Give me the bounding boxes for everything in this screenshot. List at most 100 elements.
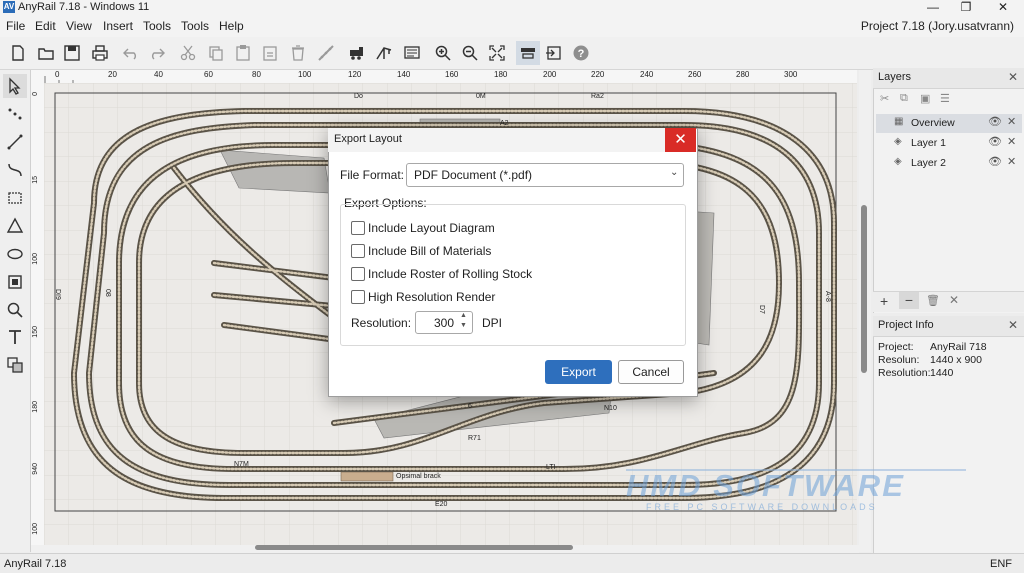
include-bill-of-materials-checkbox[interactable]: [351, 244, 365, 258]
info-value: 1440 x 900: [930, 354, 982, 366]
rectangle-icon[interactable]: [3, 186, 27, 210]
ruler-tick: 180: [32, 401, 39, 413]
menu-tools-2[interactable]: Tools: [179, 15, 211, 37]
train-icon[interactable]: [345, 41, 369, 65]
menu-edit[interactable]: Edit: [33, 15, 58, 37]
canvas-label: LTI: [546, 464, 556, 471]
include-layout-diagram-checkbox[interactable]: [351, 221, 365, 235]
copy-layer-icon[interactable]: ⧉: [900, 92, 908, 105]
svg-text:?: ?: [578, 48, 585, 60]
ruler-tick: 260: [688, 70, 702, 79]
ruler-tick: 80: [252, 70, 261, 79]
checkbox-label: Include Roster of Rolling Stock: [368, 267, 533, 281]
spin-up-icon[interactable]: ▲: [460, 311, 467, 321]
resolution-value: 300: [433, 316, 454, 330]
watermark-text: HMD SOFTWARE: [626, 468, 905, 503]
menu-insert[interactable]: Insert: [101, 15, 135, 37]
help-icon[interactable]: ?: [569, 41, 593, 65]
flex-track-icon[interactable]: [314, 41, 338, 65]
info-key: Resolution:: [878, 367, 931, 379]
cancel-button[interactable]: Cancel: [618, 360, 684, 384]
triangle-icon[interactable]: [3, 214, 27, 238]
delete-icon[interactable]: [286, 41, 310, 65]
remove-layer-icon[interactable]: ✕: [1007, 155, 1016, 168]
close-panel-icon[interactable]: ✕: [1008, 318, 1018, 332]
menu-help[interactable]: Help: [217, 15, 246, 37]
ruler-tick: 40: [154, 70, 163, 79]
menu-view[interactable]: View: [64, 15, 94, 37]
remove-layer-icon[interactable]: ✕: [1007, 115, 1016, 128]
text-tool-icon[interactable]: [3, 325, 27, 349]
ruler-tick: 220: [591, 70, 605, 79]
ruler-tick: 100: [32, 523, 39, 535]
paste-special-icon[interactable]: [258, 41, 282, 65]
minimize-button[interactable]: —: [918, 0, 948, 15]
new-file-icon[interactable]: [6, 41, 30, 65]
save-icon[interactable]: [60, 41, 84, 65]
crane-icon[interactable]: [372, 41, 396, 65]
redo-icon[interactable]: [145, 41, 169, 65]
eye-icon[interactable]: 👁: [988, 115, 1002, 128]
cut-icon[interactable]: [176, 41, 200, 65]
ruler-vertical: 0 15 100 150 180 940 100: [31, 83, 45, 545]
paste-layer-icon[interactable]: ▣: [920, 92, 930, 105]
copy-icon[interactable]: [204, 41, 228, 65]
layer-name: Layer 2: [911, 157, 947, 169]
grid-icon: ▦: [894, 116, 904, 127]
import-icon[interactable]: [542, 41, 566, 65]
remove-layer-icon[interactable]: ✕: [1007, 135, 1016, 148]
ellipse-icon[interactable]: [3, 242, 27, 266]
canvas-label: 6: [468, 403, 472, 410]
eye-icon[interactable]: 👁: [988, 135, 1002, 148]
high-resolution-render-checkbox[interactable]: [351, 290, 365, 304]
bill-of-materials-icon[interactable]: [400, 41, 424, 65]
vertical-scroll-thumb[interactable]: [861, 205, 867, 373]
trash-icon[interactable]: 🗑: [926, 294, 940, 307]
open-folder-icon[interactable]: [34, 41, 58, 65]
resolution-label: Resolution:: [351, 316, 412, 330]
undo-icon[interactable]: [119, 41, 143, 65]
fit-screen-icon[interactable]: [485, 41, 509, 65]
title-bar: [0, 0, 1024, 15]
include-roster-checkbox[interactable]: [351, 267, 365, 281]
dialog-close-button[interactable]: ✕: [665, 128, 696, 152]
spin-down-icon[interactable]: ▼: [460, 321, 467, 331]
layers-tool-icon[interactable]: [3, 353, 27, 377]
line-icon[interactable]: [3, 130, 27, 154]
frame-icon[interactable]: [3, 270, 27, 294]
print-icon[interactable]: [88, 41, 112, 65]
project-info-title: Project Info: [878, 319, 934, 331]
export-button[interactable]: Export: [545, 360, 612, 384]
curve-icon[interactable]: [3, 158, 27, 182]
ruler-tick: 60: [204, 70, 213, 79]
remove-layer-button[interactable]: −: [899, 292, 919, 309]
canvas-label: 08: [104, 289, 111, 297]
ruler-tick: 100: [298, 70, 312, 79]
stack-layer-icon[interactable]: ☰: [940, 92, 950, 105]
file-format-value: PDF Document (*.pdf): [414, 168, 533, 182]
zoom-in-icon[interactable]: [431, 41, 455, 65]
layers-title: Layers: [878, 71, 912, 83]
select-arrow-icon[interactable]: [3, 74, 27, 98]
layer-name: Overview: [911, 117, 955, 129]
paste-icon[interactable]: [231, 41, 255, 65]
cut-layer-icon[interactable]: ✂: [880, 92, 889, 105]
zoom-out-icon[interactable]: [458, 41, 482, 65]
menu-file[interactable]: File: [4, 15, 27, 37]
canvas-label: D7: [758, 305, 765, 314]
dialog-title: Export Layout: [334, 133, 402, 145]
close-panel-icon[interactable]: ✕: [1008, 70, 1018, 84]
zoom-tool-icon[interactable]: [3, 298, 27, 322]
horizontal-scroll-thumb[interactable]: [255, 545, 573, 550]
eye-icon[interactable]: 👁: [988, 155, 1002, 168]
layout-export-icon[interactable]: [516, 41, 540, 65]
maximize-button[interactable]: ❐: [951, 0, 981, 15]
clear-icon[interactable]: ✕: [949, 293, 959, 307]
canvas-label: E20: [435, 501, 448, 508]
menu-tools[interactable]: Tools: [141, 15, 173, 37]
ruler-tick: 0: [32, 92, 39, 96]
add-layer-button[interactable]: +: [880, 293, 888, 309]
points-icon[interactable]: [3, 102, 27, 126]
close-window-button[interactable]: ✕: [988, 0, 1018, 15]
ruler-tick: 140: [397, 70, 411, 79]
